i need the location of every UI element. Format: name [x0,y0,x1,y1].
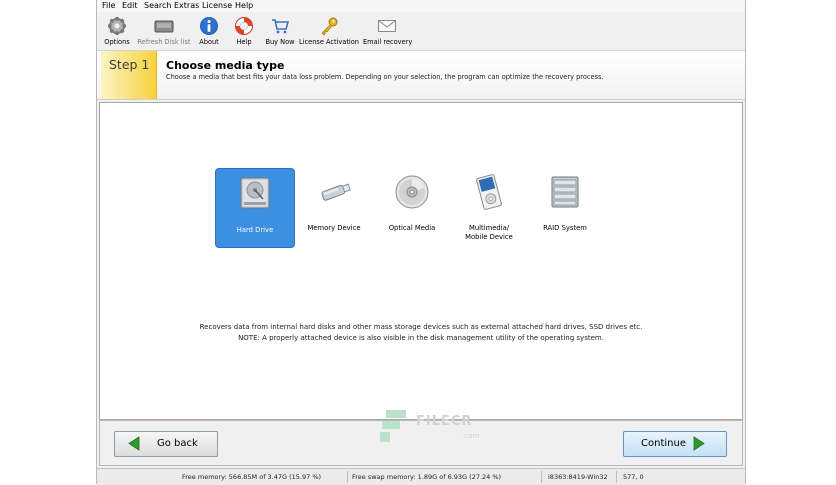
step-title: Choose media type [166,59,285,72]
media-label: Mobile Device [465,233,513,241]
watermark-logo-icon [380,410,406,442]
help-button[interactable]: Help [231,14,257,48]
coords-status: 577, 0 [623,473,644,481]
lifebuoy-icon [235,17,253,35]
toolbar-label: Refresh Disk list [137,38,191,46]
media-player-icon [476,174,502,210]
raid-icon [551,176,579,208]
step-number: Step 1 [109,57,150,72]
refresh-disk-list-button[interactable]: Refresh Disk list [135,14,193,48]
media-label: Memory Device [307,224,361,232]
media-label: Hard Drive [236,226,274,234]
description-note: NOTE: A properly attached device is also… [238,334,604,342]
media-label: Multimedia/ [468,224,510,232]
watermark-text: FILECR [416,414,473,429]
build-status: i8363:8419-Win32 [548,473,608,481]
continue-label: Continue [641,438,686,449]
hard-drive-icon [240,177,270,209]
status-divider [616,471,617,483]
media-description: Recovers data from internal hard disks a… [100,322,742,344]
media-label: Optical Media [388,224,436,232]
about-button[interactable]: About [195,14,223,48]
step-header: Step 1 Choose media type Choose a media … [97,51,745,100]
media-hard-drive[interactable]: Hard Drive [215,168,295,248]
buy-now-button[interactable]: Buy Now [263,14,297,48]
status-bar: Free memory: 566.85M of 3.47G (15.97 %) … [97,468,745,485]
watermark-subtext: .com [462,432,480,440]
media-memory-device[interactable]: Memory Device [295,168,373,246]
envelope-icon [378,20,396,32]
toolbar-label: Buy Now [265,38,295,46]
options-button[interactable]: Options [101,14,133,48]
media-label: RAID System [543,224,587,232]
menu-license[interactable]: License [202,0,232,12]
license-activation-button[interactable]: License Activation [299,14,359,48]
toolbar-label: Help [236,38,252,46]
menu-file[interactable]: File [102,0,115,12]
free-swap-status: Free swap memory: 1.89G of 6.93G (27.24 … [352,473,502,481]
toolbar-label: About [199,38,219,46]
step-description: Choose a media that best fits your data … [166,73,604,81]
toolbar-label: Email recovery [363,38,413,46]
arrow-right-icon [693,436,705,451]
menu-extras[interactable]: Extras [174,0,199,12]
arrow-left-icon [128,436,140,451]
media-selection-panel: Hard Drive Memory Device Optical Media M… [99,102,743,420]
media-optical-media[interactable]: Optical Media [373,168,451,246]
status-divider [541,471,542,483]
menu-edit[interactable]: Edit [122,0,138,12]
description-line: Recovers data from internal hard disks a… [199,323,643,331]
toolbar-label: License Activation [299,38,359,46]
optical-disc-icon [395,175,429,209]
toolbar: Options Refresh Disk list About Help Buy… [97,12,745,51]
email-recovery-button[interactable]: Email recovery [363,14,413,48]
shopping-cart-icon [272,19,290,34]
watermark: FILECR .com [380,410,490,444]
key-icon [321,17,338,36]
continue-button[interactable]: Continue [623,431,727,457]
info-icon [200,17,218,35]
free-memory-status: Free memory: 566.85M of 3.47G (15.97 %) [182,473,322,481]
menu-search[interactable]: Search [144,0,171,12]
menu-bar: File Edit Search Extras License Help [97,0,745,12]
go-back-button[interactable]: Go back [114,431,218,457]
media-raid-system[interactable]: RAID System [526,168,604,246]
gear-icon [108,17,126,35]
step-badge: Step 1 [101,51,157,99]
go-back-label: Go back [157,438,198,449]
disk-refresh-icon [154,20,174,33]
usb-stick-icon [321,183,351,201]
menu-help[interactable]: Help [235,0,253,12]
media-multimedia-mobile-device[interactable]: Multimedia/ Mobile Device [450,168,528,246]
status-divider [347,471,348,483]
toolbar-label: Options [104,38,130,46]
